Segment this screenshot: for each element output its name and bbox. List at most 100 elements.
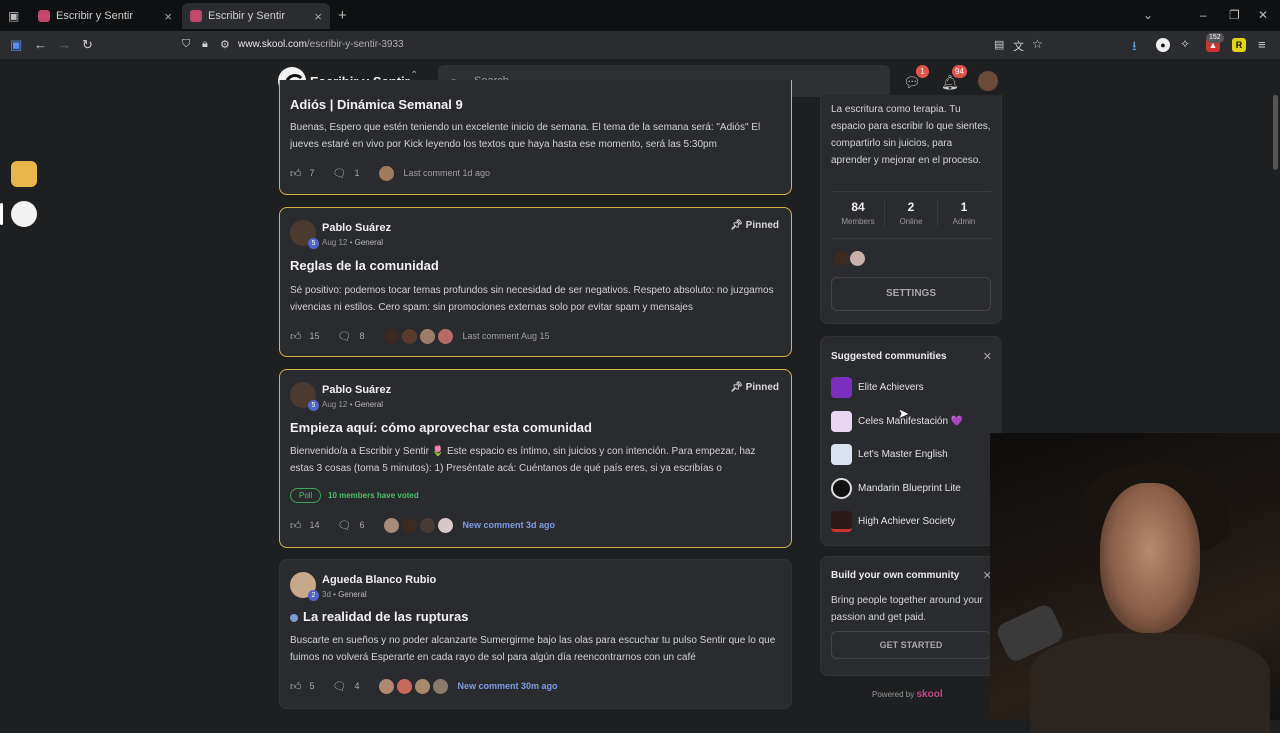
post-footer: 👍︎ 5 🗨︎ 4 New comment 30m ago: [290, 677, 558, 695]
member-avatar[interactable]: [833, 250, 850, 267]
community-item[interactable]: Elite Achievers: [831, 376, 924, 398]
poll-votes[interactable]: 10 members have voted: [328, 491, 419, 500]
close-icon[interactable]: ✕: [983, 350, 992, 363]
post-card[interactable]: 5 Pablo Suárez Aug 12 • General 📌︎ Pinne…: [279, 369, 792, 548]
new-tab-button[interactable]: +: [338, 7, 347, 24]
like-count: 5: [309, 681, 315, 691]
tab-overview-icon[interactable]: ▣: [8, 9, 19, 23]
like-icon[interactable]: 👍︎: [290, 519, 302, 532]
active-indicator: [0, 203, 3, 225]
comment-icon[interactable]: 🗨︎: [333, 680, 347, 693]
close-window-icon[interactable]: ✕: [1258, 8, 1268, 22]
last-activity[interactable]: New comment 30m ago: [458, 681, 558, 691]
forward-icon[interactable]: →: [58, 37, 71, 52]
scrollbar[interactable]: [1273, 95, 1278, 170]
author-name[interactable]: Pablo Suárez: [322, 222, 391, 234]
suggested-title: Suggested communities: [831, 351, 947, 362]
community-name: Elite Achievers: [858, 381, 924, 393]
divider: [831, 191, 991, 192]
post-category[interactable]: General: [338, 590, 366, 599]
community-name: High Achiever Society: [858, 515, 956, 527]
divider: [831, 238, 991, 239]
commenter-avatar: [418, 327, 436, 345]
translate-icon[interactable]: 文: [1013, 38, 1024, 54]
browser-tab-1[interactable]: Escribir y Sentir ×: [30, 3, 180, 29]
comment-count: 8: [359, 331, 365, 341]
last-activity: Last comment Aug 15: [462, 331, 550, 341]
like-count: 14: [309, 520, 320, 530]
post-title[interactable]: Reglas de la comunidad: [290, 258, 439, 273]
like-icon[interactable]: 👍︎: [290, 330, 302, 343]
webcam-overlay: [990, 433, 1280, 733]
post-date: Aug 12: [322, 400, 348, 409]
settings-button[interactable]: SETTINGS: [831, 277, 991, 311]
stat-online[interactable]: 2 Online: [884, 200, 938, 226]
browser-tab-2[interactable]: Escribir y Sentir ×: [182, 3, 330, 29]
post-title[interactable]: Empieza aquí: cómo aprovechar esta comun…: [290, 420, 592, 435]
pinned-text: Pinned: [745, 382, 779, 393]
sidebar-toggle-icon[interactable]: ▣: [10, 37, 22, 53]
shield-icon[interactable]: ⛉: [182, 38, 190, 51]
app-rail: [0, 59, 50, 720]
comment-count: 6: [359, 520, 365, 530]
like-icon[interactable]: 👍︎: [290, 680, 302, 693]
tab-close-icon[interactable]: ×: [164, 9, 172, 24]
minimize-icon[interactable]: –: [1200, 8, 1207, 22]
back-icon[interactable]: ←: [34, 37, 47, 52]
post-meta: Aug 12 • General: [322, 400, 384, 409]
commenter-avatar: [418, 516, 436, 534]
powered-by-text: Powered by: [872, 690, 915, 699]
author-name[interactable]: Pablo Suárez: [322, 384, 391, 396]
address-bar[interactable]: www.skool.com/escribir-y-sentir-3933: [238, 39, 404, 50]
like-icon[interactable]: 👍︎: [290, 167, 302, 180]
stat-admin[interactable]: 1 Admin: [937, 200, 991, 226]
downloads-icon[interactable]: ⭳: [1132, 37, 1137, 59]
community-name: Celes Manifestación 💜: [858, 415, 964, 427]
user-avatar[interactable]: [978, 71, 998, 91]
community-item[interactable]: High Achiever Society: [831, 510, 955, 532]
community-icon: [831, 510, 852, 532]
reload-icon[interactable]: ↻: [82, 37, 93, 53]
comment-icon[interactable]: 🗨︎: [333, 167, 347, 180]
post-category[interactable]: General: [355, 238, 383, 247]
comment-count: 4: [354, 681, 360, 691]
community-app-icon[interactable]: [11, 201, 37, 227]
poll-badge[interactable]: Poll: [290, 488, 322, 503]
get-started-button[interactable]: GET STARTED: [831, 631, 991, 659]
permissions-icon[interactable]: ⚙: [220, 38, 230, 51]
member-avatar[interactable]: [849, 250, 866, 267]
stat-label: Online: [899, 217, 923, 226]
stat-value: 84: [851, 200, 865, 214]
reader-view-icon[interactable]: ▤: [994, 38, 1004, 51]
post-date: 3d: [322, 590, 331, 599]
powered-by[interactable]: Powered by skool: [872, 689, 943, 700]
community-item[interactable]: Let's Master English: [831, 443, 948, 465]
last-activity[interactable]: New comment 3d ago: [463, 520, 556, 530]
post-body: Buscarte en sueños y no poder alcanzarte…: [290, 635, 776, 663]
cat-app-icon[interactable]: [11, 161, 37, 187]
extension-icon[interactable]: R: [1232, 38, 1246, 52]
post-card[interactable]: Adiós | Dinámica Semanal 9 Buenas, Esper…: [279, 80, 792, 195]
extensions-puzzle-icon[interactable]: ✧: [1180, 37, 1190, 51]
pinned-label: 📌︎ Pinned: [730, 220, 779, 231]
author-name[interactable]: Agueda Blanco Rubio: [322, 574, 436, 586]
post-title[interactable]: Adiós | Dinámica Semanal 9: [290, 97, 463, 112]
bookmark-star-icon[interactable]: ☆: [1032, 37, 1043, 51]
menu-icon[interactable]: ≡: [1258, 37, 1266, 52]
community-item[interactable]: Mandarin Blueprint Lite: [831, 477, 961, 499]
tab-close-icon[interactable]: ×: [314, 9, 322, 24]
comment-icon[interactable]: 🗨︎: [338, 519, 352, 532]
post-title[interactable]: La realidad de las rupturas: [290, 609, 468, 624]
stat-value: 1: [960, 200, 968, 214]
tab-list-chevron-icon[interactable]: ⌄: [1143, 8, 1153, 22]
lock-icon[interactable]: 🔒︎: [202, 38, 208, 51]
extension-icon[interactable]: ●: [1156, 38, 1170, 52]
commenter-avatar: [377, 677, 395, 695]
post-card[interactable]: 2 Agueda Blanco Rubio 3d • General La re…: [279, 559, 792, 709]
stat-members[interactable]: 84 Members: [831, 200, 885, 226]
url-path: /escribir-y-sentir-3933: [306, 39, 404, 50]
comment-icon[interactable]: 🗨︎: [338, 330, 352, 343]
post-category[interactable]: General: [355, 400, 383, 409]
maximize-icon[interactable]: ❐: [1229, 8, 1240, 22]
post-card[interactable]: 5 Pablo Suárez Aug 12 • General 📌︎ Pinne…: [279, 207, 792, 357]
